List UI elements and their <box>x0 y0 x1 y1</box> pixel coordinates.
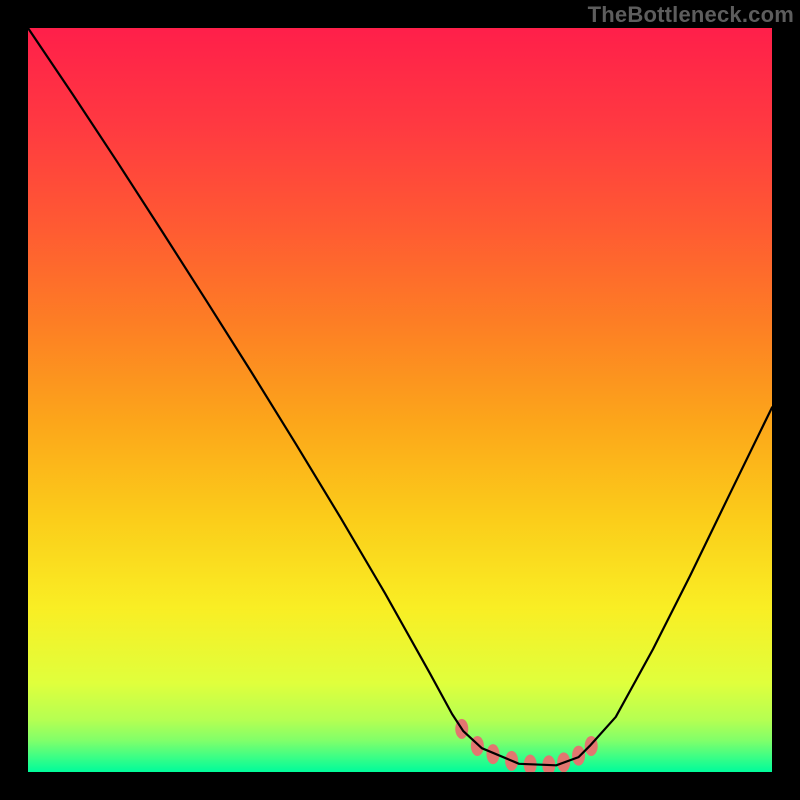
chart-svg <box>28 28 772 772</box>
chart-container: TheBottleneck.com <box>0 0 800 800</box>
watermark-text: TheBottleneck.com <box>588 2 794 28</box>
plot-area <box>28 28 772 772</box>
